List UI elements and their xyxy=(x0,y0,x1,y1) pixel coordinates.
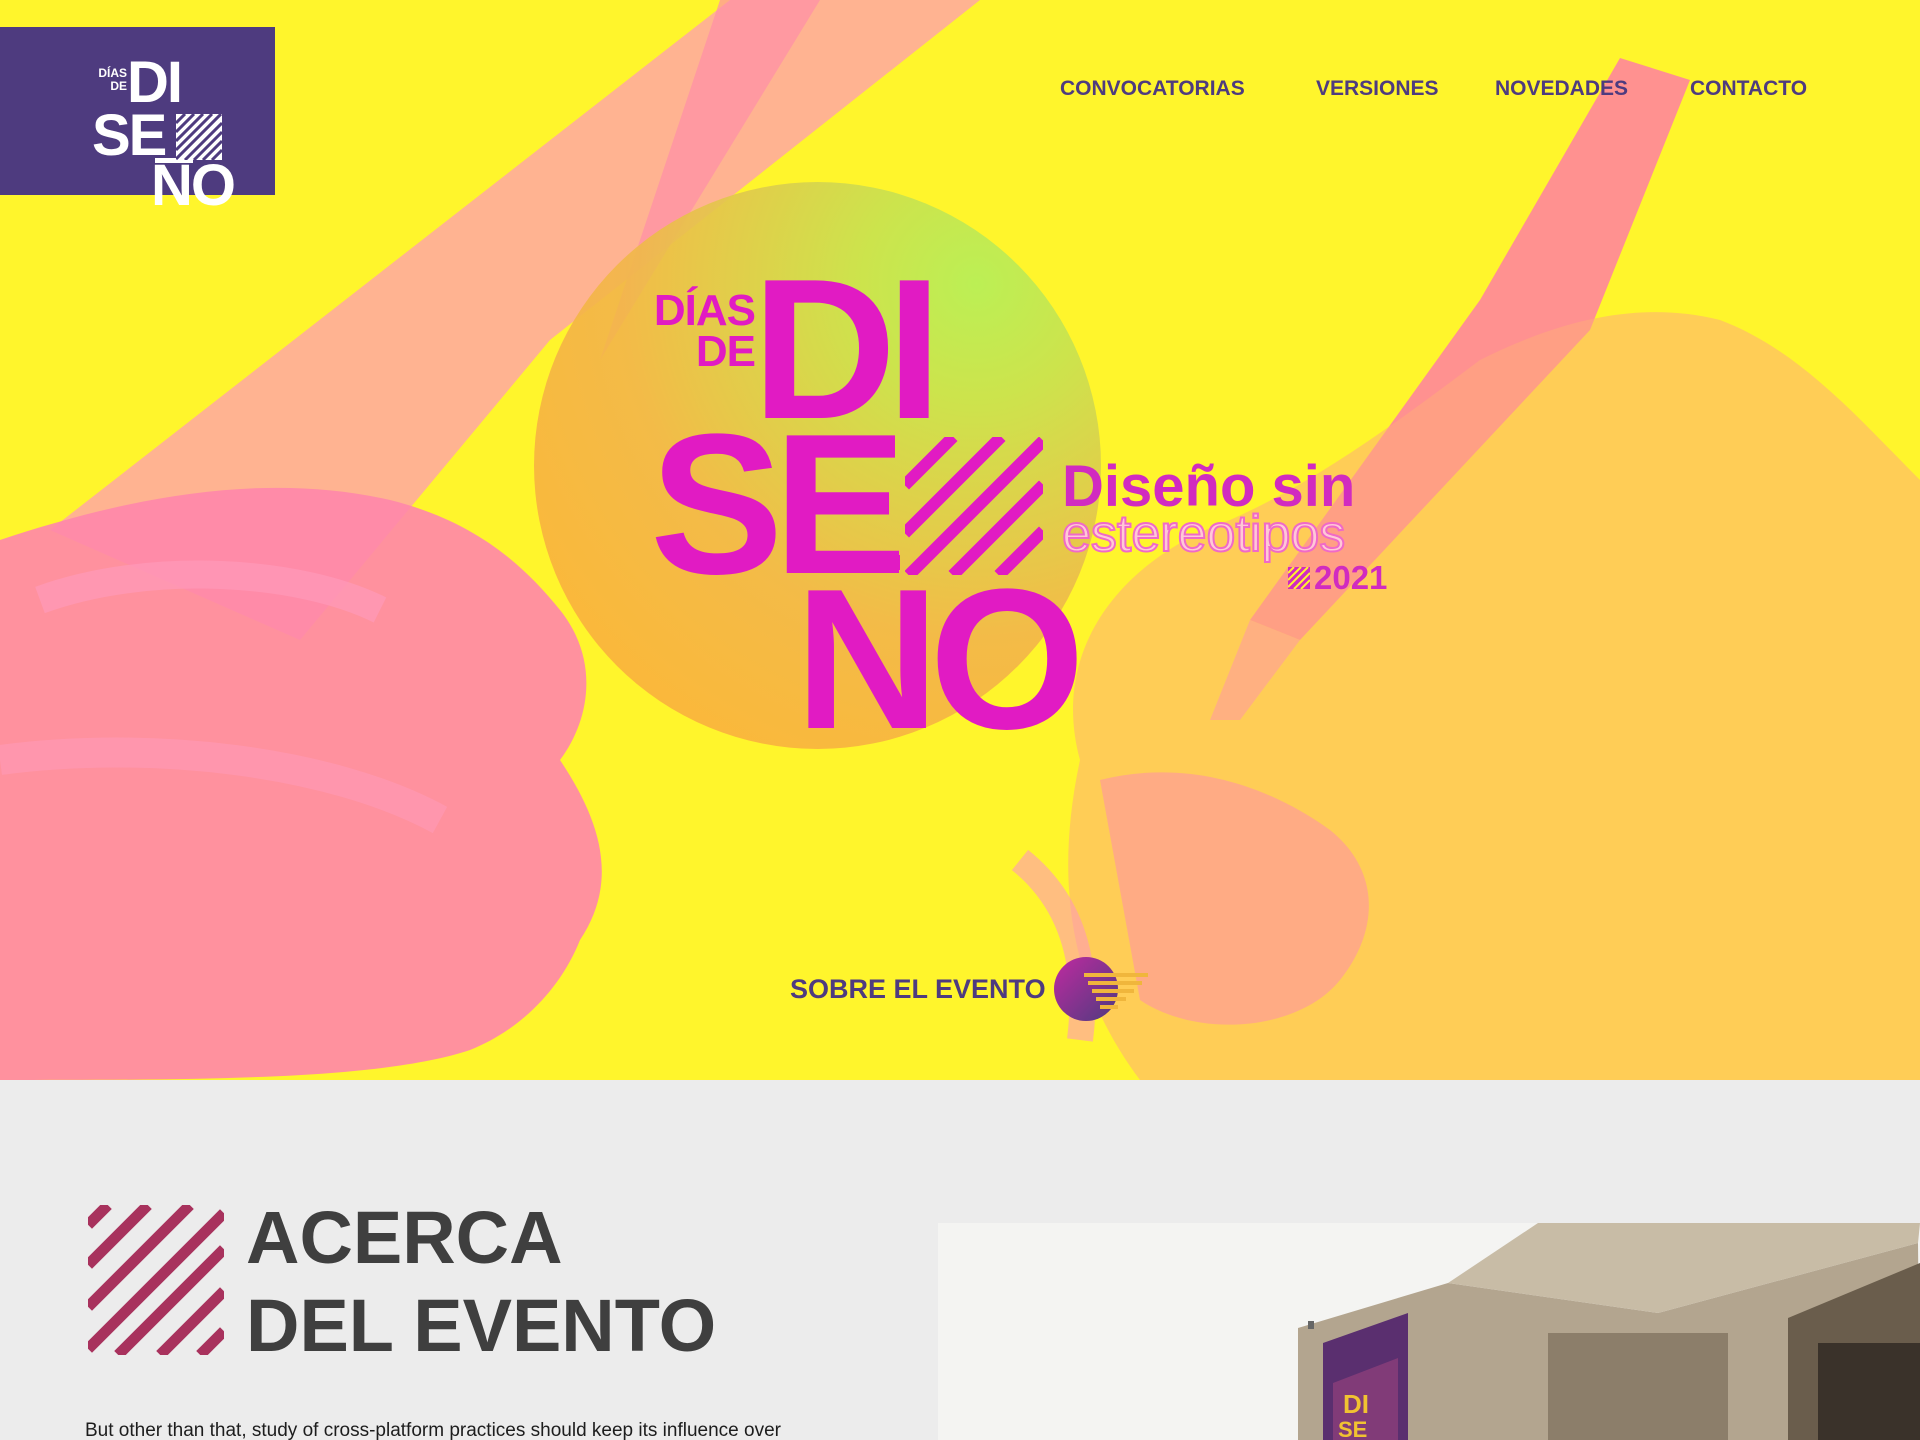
hero-section: DÍAS DE DI SE NO Diseño sin estereotipos… xyxy=(0,0,1920,1080)
hero-logo-de: DE xyxy=(695,327,756,376)
about-body-text: But other than that, study of cross-plat… xyxy=(85,1420,781,1440)
nav-novedades[interactable]: NOVEDADES xyxy=(1495,74,1690,104)
logo-no-text: NO xyxy=(151,153,236,218)
hero-tagline-line2: estereotipos xyxy=(1061,504,1346,564)
hero-logo-dias: DÍAS xyxy=(653,286,756,335)
about-title-line2: DEL EVENTO xyxy=(246,1284,717,1367)
hero-year: 2021 xyxy=(1314,559,1388,596)
small-stripes-icon xyxy=(1288,567,1310,589)
logo-dias-text: DÍAS xyxy=(98,66,127,80)
arrow-circle-icon xyxy=(1053,957,1148,1021)
logo-de-text: DE xyxy=(110,79,127,93)
hero-logo-no: NO xyxy=(795,548,1085,771)
sobre-el-evento-button[interactable]: SOBRE EL EVENTO xyxy=(790,953,1148,1025)
diagonal-stripes-icon xyxy=(905,437,1043,575)
about-title: ACERCA DEL EVENTO xyxy=(246,1194,716,1370)
nav-versiones[interactable]: VERSIONES xyxy=(1316,74,1495,104)
nav-contacto[interactable]: CONTACTO xyxy=(1690,74,1820,104)
sobre-el-evento-label: SOBRE EL EVENTO xyxy=(790,974,1046,1004)
logo-di-text: DI xyxy=(127,50,183,115)
nav-convocatorias[interactable]: CONVOCATORIAS xyxy=(1060,74,1316,104)
svg-text:DI: DI xyxy=(1343,1389,1369,1419)
main-nav: CONVOCATORIAS VERSIONES NOVEDADES CONTAC… xyxy=(1060,74,1820,104)
logo-stripes-icon xyxy=(176,114,222,160)
about-title-line1: ACERCA xyxy=(246,1196,563,1279)
about-building-photo: DI SE xyxy=(938,1223,1920,1440)
diagonal-stripes-icon xyxy=(88,1205,224,1355)
svg-text:SE: SE xyxy=(1338,1417,1367,1440)
site-logo[interactable]: DÍAS DE DI SE NO xyxy=(0,27,275,215)
